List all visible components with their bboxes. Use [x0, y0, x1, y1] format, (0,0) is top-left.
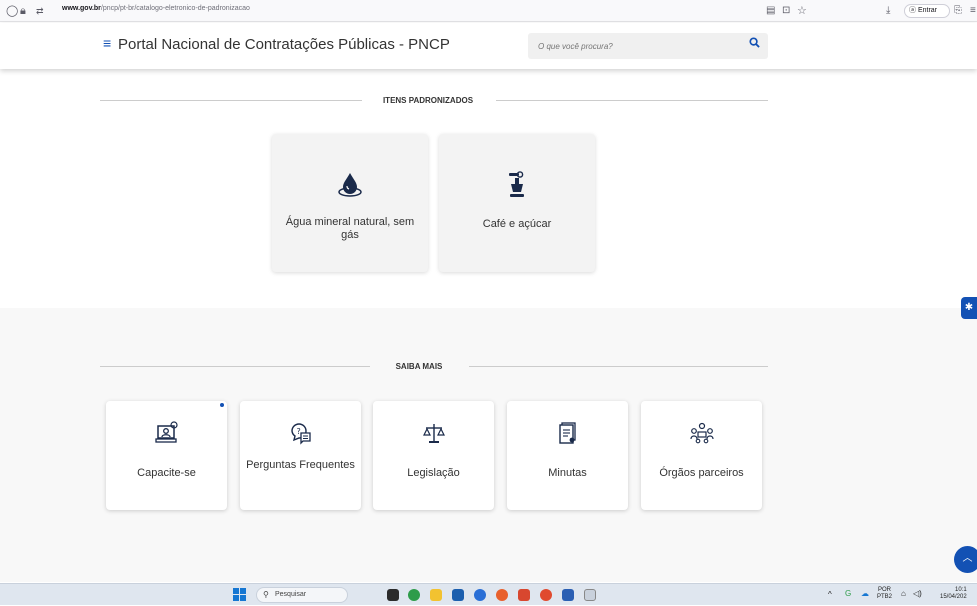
- network-icon[interactable]: G: [845, 590, 851, 598]
- scales-icon: [373, 421, 494, 450]
- search-input[interactable]: [538, 38, 728, 54]
- word-icon[interactable]: [562, 589, 574, 601]
- chrome-icon[interactable]: [540, 589, 552, 601]
- saiba-card-perguntas[interactable]: ? Perguntas Frequentes: [240, 401, 361, 510]
- store-icon[interactable]: [452, 589, 464, 601]
- permissions-icon[interactable]: ⇄: [36, 3, 44, 19]
- keyboard-layout: PTB2: [877, 594, 893, 600]
- volume-icon[interactable]: ◁): [913, 590, 922, 598]
- windows-start-icon[interactable]: [233, 588, 246, 606]
- saiba-card-orgaos[interactable]: Órgãos parceiros: [641, 401, 762, 510]
- cloud-icon[interactable]: ☁: [861, 590, 869, 598]
- saiba-card-label: Capacite-se: [137, 467, 196, 479]
- bookmark-star-icon[interactable]: ☆: [797, 3, 807, 19]
- item-card-agua[interactable]: Água mineral natural, sem gás: [272, 134, 428, 272]
- notification-dot: [220, 403, 224, 407]
- hamburger-menu-icon[interactable]: ≡: [103, 35, 111, 51]
- back-to-top-button[interactable]: ︿: [954, 546, 977, 573]
- chevron-up-icon[interactable]: ^: [828, 591, 832, 599]
- shield-icon[interactable]: ◯: [6, 3, 18, 19]
- section-divider: [100, 366, 370, 367]
- item-card-cafe[interactable]: Café e açúcar: [439, 134, 595, 272]
- firefox-icon[interactable]: [496, 589, 508, 601]
- item-card-label: Água mineral natural, sem gás: [285, 216, 415, 241]
- site-header: ≡ Portal Nacional de Contratações Públic…: [0, 23, 977, 69]
- signin-label: Entrar: [917, 7, 938, 14]
- os-taskbar: ⚲ Pesquisar ^ G ☁ POR PTB2 ⌂ ◁) 10:1 15/…: [0, 583, 977, 605]
- document-icon: [507, 421, 628, 450]
- saiba-card-legislacao[interactable]: Legislação: [373, 401, 494, 510]
- url-path: /pncp/pt-br/catalogo-eletronico-de-padro…: [100, 5, 250, 12]
- partners-icon: [641, 421, 762, 450]
- menu-icon[interactable]: ≡: [970, 3, 976, 19]
- coffee-grinder-icon: [439, 170, 595, 205]
- browser-toolbar: ◯ 🔒︎ ⇄ www.gov.br/pncp/pt-br/catalogo-el…: [0, 0, 977, 22]
- clock-time: 10:1: [955, 587, 967, 593]
- saiba-card-label: Minutas: [548, 467, 587, 479]
- saiba-card-capacite[interactable]: Capacite-se: [106, 401, 227, 510]
- search-icon: ⚲: [263, 590, 269, 599]
- reader-view-icon[interactable]: ▤: [766, 3, 775, 19]
- extensions-icon[interactable]: ⎘: [954, 3, 962, 19]
- saiba-card-label: Perguntas Frequentes: [246, 459, 355, 471]
- section-divider: [100, 100, 362, 101]
- training-icon: [106, 421, 227, 450]
- app-icon[interactable]: [518, 589, 530, 601]
- item-card-label: Café e açúcar: [482, 218, 552, 230]
- signin-button[interactable]: ⓐ Entrar: [904, 4, 950, 18]
- clock[interactable]: 10:1 15/04/202: [940, 587, 967, 601]
- clock-date: 15/04/202: [940, 594, 967, 600]
- task-view-icon[interactable]: [387, 589, 399, 601]
- wifi-icon[interactable]: ⌂: [901, 590, 906, 598]
- chat-icon[interactable]: [408, 589, 420, 601]
- accessibility-widget-icon[interactable]: ✱: [961, 297, 977, 319]
- download-icon[interactable]: ⤓: [886, 3, 890, 19]
- url-host: www.gov.br: [62, 5, 101, 12]
- saiba-card-minutas[interactable]: Minutas: [507, 401, 628, 510]
- section-divider: [496, 100, 768, 101]
- language-code: POR: [878, 587, 892, 593]
- taskbar-search-label: Pesquisar: [275, 591, 307, 598]
- search-icon[interactable]: [749, 37, 760, 51]
- section-title-saiba: SAIBA MAIS: [395, 362, 443, 371]
- search-box: [528, 33, 768, 59]
- section-title-itens: ITENS PADRONIZADOS: [382, 96, 474, 105]
- file-explorer-icon[interactable]: [430, 589, 442, 601]
- picture-in-picture-icon[interactable]: ⊡: [782, 3, 790, 19]
- section-divider: [469, 366, 768, 367]
- taskbar-search[interactable]: ⚲ Pesquisar: [256, 587, 348, 603]
- site-title[interactable]: Portal Nacional de Contratações Públicas…: [118, 36, 450, 53]
- saiba-card-label: Órgãos parceiros: [659, 467, 744, 479]
- svg-text:?: ?: [296, 427, 300, 436]
- lock-icon[interactable]: 🔒︎: [20, 3, 26, 19]
- language-indicator[interactable]: POR PTB2: [877, 587, 892, 601]
- water-drop-icon: [272, 170, 428, 203]
- snipping-tool-icon[interactable]: [584, 589, 596, 601]
- saiba-card-label: Legislação: [407, 467, 460, 479]
- address-bar[interactable]: www.gov.br/pncp/pt-br/catalogo-eletronic…: [62, 5, 250, 12]
- edge-icon[interactable]: [474, 589, 486, 601]
- faq-icon: ?: [240, 421, 361, 450]
